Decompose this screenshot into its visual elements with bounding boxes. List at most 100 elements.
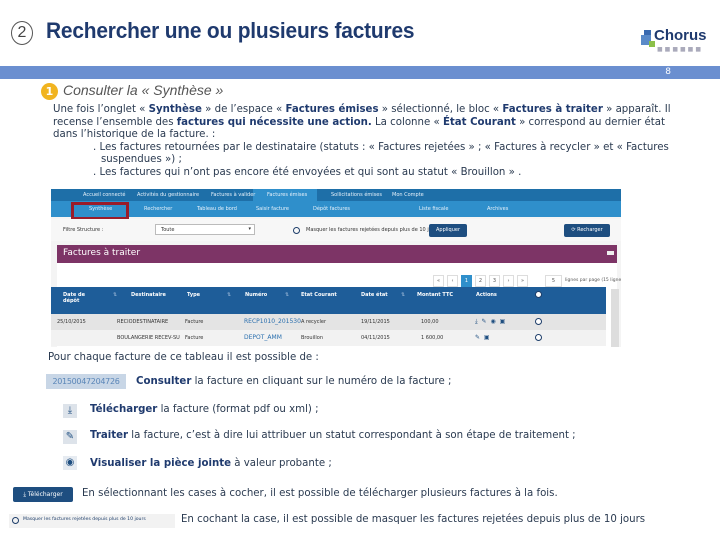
bold-text: État Courant — [442, 116, 516, 128]
bold-text: factures qui nécessite une action. — [176, 116, 372, 128]
cell-date-etat: 19/11/2015 — [361, 319, 390, 325]
per-page-select[interactable]: 5 — [545, 275, 562, 287]
tab-saisir-facture[interactable]: Saisir facture — [256, 206, 289, 212]
cell-destinataire: BOULANGERIE RECEV-SU — [117, 335, 180, 341]
text: la facture, c’est à dire lui attribuer u… — [128, 430, 576, 441]
bold-text: Consulter — [136, 376, 192, 387]
chevron-down-icon: ▾ — [248, 226, 251, 232]
text: Une fois l’onglet « — [53, 104, 149, 115]
pencil-icon: ✎ — [63, 430, 77, 444]
table-header: Date de dépôt ⇅ Destinataire Type ⇅ Numé… — [51, 287, 606, 314]
nav-activites[interactable]: Activités du gestionnaire — [137, 192, 199, 198]
cell-type: Facture — [185, 319, 204, 325]
row-checkbox[interactable] — [535, 334, 542, 341]
select-all-checkbox[interactable] — [535, 291, 542, 298]
panel-title: Factures à traiter — [63, 248, 141, 258]
section-number-badge: 1 — [41, 83, 58, 100]
mask-sample-label: Masquer les factures rejetées depuis plu… — [23, 517, 146, 522]
download-explanation: En sélectionnant les cases à cocher, il … — [82, 488, 558, 499]
sort-icon[interactable]: ⇅ — [227, 292, 231, 298]
table-row: 25/10/2015 RECIODESTINATAIRE Facture REC… — [51, 314, 606, 330]
table-scrollbar[interactable] — [611, 289, 619, 347]
invoice-number-link[interactable]: DEPOT_AMM — [244, 334, 282, 341]
page-2[interactable]: 2 — [475, 275, 486, 287]
tab-tableau-de-bord[interactable]: Tableau de bord — [197, 206, 237, 212]
pagination: « ‹ 1 2 3 › » 5 lignes par page (15 lign… — [51, 275, 621, 287]
col-date-etat[interactable]: Date état — [361, 292, 388, 298]
nav-factures-emises[interactable]: Factures émises — [267, 192, 307, 198]
minimize-icon[interactable] — [607, 251, 614, 255]
capability-consulter: Consulter la facture en cliquant sur le … — [136, 376, 451, 387]
page-number: 8 — [665, 67, 671, 77]
mask-rejected-sample: Masquer les factures rejetées depuis plu… — [9, 514, 175, 528]
row-action-icons[interactable]: ⤓ ✎ ◉ ▣ — [475, 318, 506, 326]
cell-date: 25/10/2015 — [57, 319, 86, 325]
reload-button[interactable]: ⟳ Recharger — [564, 224, 610, 237]
step-number-badge: 2 — [11, 21, 33, 45]
invoice-number-link[interactable]: RECP1010_201530 — [244, 318, 301, 325]
capability-traiter: Traiter la facture, c’est à dire lui att… — [90, 430, 576, 441]
nav-accueil[interactable]: Accueil connecté — [83, 192, 125, 198]
main-nav: Accueil connecté Activités du gestionnai… — [51, 189, 621, 201]
sub-nav: Synthèse Rechercher Tableau de bord Sais… — [51, 201, 621, 217]
text: la facture en cliquant sur le numéro de … — [191, 376, 452, 387]
page-last[interactable]: » — [517, 275, 528, 287]
cell-etat: A recycler — [301, 319, 327, 325]
sort-icon[interactable]: ⇅ — [285, 292, 289, 298]
page-3[interactable]: 3 — [489, 275, 500, 287]
apply-button[interactable]: Appliquer — [429, 224, 467, 237]
text: » sélectionné, le bloc « — [378, 104, 503, 115]
cell-etat: Brouillon — [301, 335, 323, 341]
bold-text: Visualiser la pièce jointe — [90, 458, 232, 469]
bullet-returned-invoices: . Les factures retournées par le destina… — [93, 141, 669, 166]
filter-structure-select[interactable]: Toute ▾ — [155, 224, 255, 235]
filter-row: Filtre Structure : Toute ▾ Masquer les f… — [51, 219, 621, 241]
filter-structure-label: Filtre Structure : — [63, 227, 104, 233]
tab-archives[interactable]: Archives — [487, 206, 508, 212]
bold-text: Télécharger — [90, 404, 158, 415]
mask-rejected-checkbox[interactable] — [293, 227, 300, 234]
download-button: ⤓ Télécharger — [13, 487, 73, 502]
app-screenshot: Accueil connecté Activités du gestionnai… — [51, 189, 621, 347]
sort-icon[interactable]: ⇅ — [401, 292, 405, 298]
panel-header: Factures à traiter — [57, 245, 617, 263]
col-type[interactable]: Type — [187, 292, 200, 298]
row-checkbox[interactable] — [535, 318, 542, 325]
tab-liste-fiscale[interactable]: Liste fiscale — [419, 206, 448, 212]
col-etat-courant[interactable]: Etat Courant — [301, 292, 337, 298]
col-numero[interactable]: Numéro — [245, 292, 267, 298]
nav-factures-a-valider[interactable]: Factures à valider — [211, 192, 255, 198]
page-1[interactable]: 1 — [461, 275, 472, 287]
page-next[interactable]: › — [503, 275, 514, 287]
chorus-logo: Chorus ■■■■■■ — [641, 27, 716, 53]
cell-montant: 100,00 — [421, 319, 439, 325]
page-title: Rechercher une ou plusieurs factures — [46, 18, 415, 43]
download-icon: ⤓ — [63, 404, 77, 418]
row-action-icons[interactable]: ✎ ▣ — [475, 334, 491, 341]
eye-icon: ◉ — [63, 456, 77, 470]
col-montant-ttc[interactable]: Montant TTC — [417, 292, 453, 298]
synthese-highlight-box — [71, 202, 129, 220]
tab-rechercher[interactable]: Rechercher — [144, 206, 172, 212]
cell-destinataire: RECIODESTINATAIRE — [117, 319, 169, 325]
per-page-label: lignes par page (15 lignes) — [565, 278, 621, 283]
capabilities-intro: Pour chaque facture de ce tableau il est… — [48, 352, 319, 363]
bold-text: Traiter — [90, 430, 129, 441]
mask-rejected-label: Masquer les factures rejetées depuis plu… — [306, 227, 440, 233]
col-destinataire[interactable]: Destinataire — [131, 292, 166, 298]
cell-date-etat: 04/11/2015 — [361, 335, 390, 341]
tab-depot-factures[interactable]: Dépôt factures — [313, 206, 350, 212]
header-band: 8 — [0, 66, 720, 79]
col-date-depot[interactable]: Date de dépôt — [63, 292, 93, 304]
capability-visualiser: Visualiser la pièce jointe à valeur prob… — [90, 458, 332, 469]
nav-mon-compte[interactable]: Mon Compte — [392, 192, 424, 198]
sort-icon[interactable]: ⇅ — [113, 292, 117, 298]
capability-telecharger: Télécharger la facture (format pdf ou xm… — [90, 404, 319, 415]
page-first[interactable]: « — [433, 275, 444, 287]
cell-montant: 1 600,00 — [421, 335, 444, 341]
filter-select-value: Toute — [161, 227, 175, 233]
nav-sollicitations[interactable]: Sollicitations émises — [331, 192, 382, 198]
checkbox-icon — [12, 517, 19, 524]
page-prev[interactable]: ‹ — [447, 275, 458, 287]
bullet-draft-invoices: . Les factures qui n’ont pas encore été … — [93, 166, 522, 178]
